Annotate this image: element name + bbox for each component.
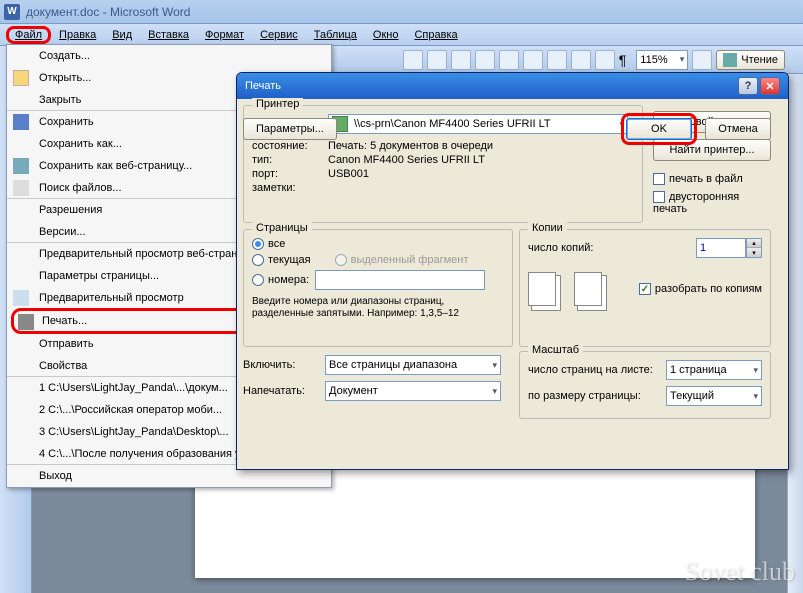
ok-highlight: OK: [621, 113, 697, 145]
copies-spinner[interactable]: ▴▾: [746, 238, 762, 258]
dialog-titlebar[interactable]: Печать ? ✕: [237, 73, 788, 99]
print-dialog: Печать ? ✕ Принтер имя: \\cs-prn\Canon M…: [236, 72, 789, 470]
mi-new[interactable]: Создать...: [7, 45, 331, 67]
radio-all[interactable]: все: [252, 238, 285, 250]
collate-preview-icon: [528, 272, 556, 306]
toolbar-button[interactable]: [451, 50, 471, 70]
scale-to-paper-combo[interactable]: Текущий: [666, 386, 762, 406]
radio-numbers[interactable]: номера:: [252, 274, 309, 286]
scale-group: Масштаб число страниц на листе: 1 страни…: [519, 351, 771, 419]
options-button[interactable]: Параметры...: [243, 118, 337, 140]
menu-format[interactable]: Формат: [197, 27, 252, 43]
menu-help[interactable]: Справка: [406, 27, 465, 43]
vertical-scrollbar[interactable]: [787, 74, 803, 593]
collate-preview-icon: [574, 272, 602, 306]
zoom-combo[interactable]: 115%: [636, 50, 688, 70]
copies-group: Копии число копий: 1 ▴▾ разобрать по коп…: [519, 229, 771, 347]
radio-selection: выделенный фрагмент: [335, 254, 469, 266]
pilcrow-icon[interactable]: ¶: [619, 52, 627, 68]
toolbar-button[interactable]: [427, 50, 447, 70]
print-to-file-check[interactable]: печать в файл: [653, 173, 771, 185]
menu-view[interactable]: Вид: [104, 27, 140, 43]
group-label: Страницы: [252, 222, 312, 234]
menu-tools[interactable]: Сервис: [252, 27, 306, 43]
collate-check[interactable]: разобрать по копиям: [639, 283, 762, 295]
menu-edit[interactable]: Правка: [51, 27, 104, 43]
pages-group: Страницы все текущая выделенный фрагмент…: [243, 229, 513, 347]
folder-icon: [13, 70, 29, 86]
group-label: Масштаб: [528, 344, 583, 356]
type-value: Canon MF4400 Series UFRII LT: [328, 154, 485, 166]
menu-insert[interactable]: Вставка: [140, 27, 197, 43]
toolbar-button[interactable]: [547, 50, 567, 70]
menu-table[interactable]: Таблица: [306, 27, 365, 43]
search-icon: [13, 180, 29, 196]
pages-help-text: Введите номера или диапазоны страниц, ра…: [252, 296, 504, 320]
close-button[interactable]: ✕: [760, 77, 780, 95]
group-label: Копии: [528, 222, 567, 234]
include-combo[interactable]: Все страницы диапазона: [325, 355, 501, 375]
duplex-check[interactable]: двусторонняя печать: [653, 191, 771, 215]
port-label: порт:: [252, 168, 328, 180]
menu-file[interactable]: Файл: [6, 26, 51, 44]
web-save-icon: [13, 158, 29, 174]
toolbar-button[interactable]: [571, 50, 591, 70]
dialog-title: Печать: [245, 80, 281, 92]
window-title: документ.doc - Microsoft Word: [26, 5, 190, 19]
reading-layout-button[interactable]: Чтение: [716, 50, 785, 70]
menubar: Файл Правка Вид Вставка Формат Сервис Та…: [0, 24, 803, 46]
toolbar-button[interactable]: [523, 50, 543, 70]
menu-window[interactable]: Окно: [365, 27, 407, 43]
ok-button[interactable]: OK: [626, 118, 692, 140]
notes-label: заметки:: [252, 182, 328, 194]
cancel-button[interactable]: Отмена: [705, 118, 771, 140]
group-label: Принтер: [252, 98, 303, 110]
pages-per-sheet-combo[interactable]: 1 страница: [666, 360, 762, 380]
titlebar: W документ.doc - Microsoft Word: [0, 0, 803, 24]
toolbar-button[interactable]: [692, 50, 712, 70]
pages-input[interactable]: [315, 270, 485, 290]
book-icon: [723, 53, 737, 67]
copies-label: число копий:: [528, 242, 593, 254]
scale-to-paper-label: по размеру страницы:: [528, 390, 641, 402]
toolbar-button[interactable]: [499, 50, 519, 70]
include-label: Включить:: [243, 359, 319, 371]
help-button[interactable]: ?: [738, 77, 758, 95]
print-what-label: Напечатать:: [243, 385, 319, 397]
toolbar-button[interactable]: [475, 50, 495, 70]
printer-icon: [18, 314, 34, 330]
toolbar-button[interactable]: [403, 50, 423, 70]
port-value: USB001: [328, 168, 369, 180]
toolbar-button[interactable]: [595, 50, 615, 70]
type-label: тип:: [252, 154, 328, 166]
word-app-icon: W: [4, 4, 20, 20]
pages-per-sheet-label: число страниц на листе:: [528, 364, 653, 376]
print-what-combo[interactable]: Документ: [325, 381, 501, 401]
preview-icon: [13, 290, 29, 306]
copies-input[interactable]: 1: [696, 238, 746, 258]
floppy-icon: [13, 114, 29, 130]
radio-current[interactable]: текущая: [252, 254, 311, 266]
